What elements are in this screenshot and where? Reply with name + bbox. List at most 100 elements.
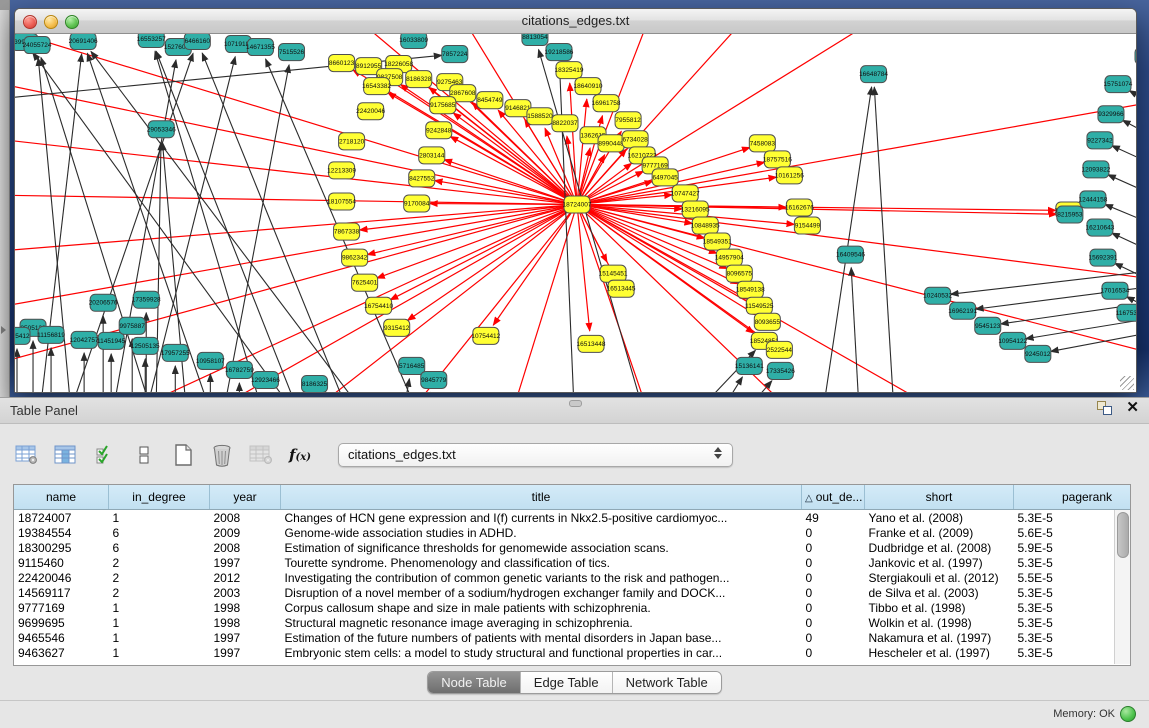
network-node[interactable]: 9245012: [1025, 345, 1051, 362]
network-node[interactable]: 8096575: [726, 265, 752, 282]
select-rows-button[interactable]: [92, 442, 118, 468]
network-node[interactable]: 1117314: [1135, 48, 1136, 65]
network-node[interactable]: 16513448: [577, 335, 606, 352]
table-row[interactable]: 977716911998Corpus callosum shape and si…: [14, 600, 1131, 615]
close-panel-icon[interactable]: ✕: [1126, 401, 1139, 415]
table-row[interactable]: 1830029562008Estimation of significance …: [14, 540, 1131, 555]
network-node[interactable]: 8990448: [598, 135, 624, 152]
network-edge[interactable]: [570, 83, 577, 204]
column-header-name[interactable]: name: [14, 485, 109, 510]
network-node[interactable]: 29053346: [147, 121, 176, 138]
network-node[interactable]: 12505135: [131, 337, 160, 354]
network-node[interactable]: 8427552: [409, 170, 435, 187]
network-node[interactable]: 19218586: [545, 44, 574, 61]
table-selector-combobox[interactable]: citations_edges.txt: [338, 443, 733, 467]
network-node[interactable]: 17016534: [1101, 282, 1130, 299]
network-node[interactable]: 11549525: [745, 297, 774, 314]
network-node[interactable]: 8822037: [552, 115, 578, 132]
network-node[interactable]: 7955812: [615, 112, 641, 129]
table-row[interactable]: 2242004622012Investigating the contribut…: [14, 570, 1131, 585]
network-node[interactable]: 15145451: [599, 265, 628, 282]
network-node[interactable]: 9227342: [1087, 132, 1113, 149]
network-node[interactable]: 10754412: [471, 327, 500, 344]
network-node[interactable]: 16961758: [592, 95, 621, 112]
tab-network-table[interactable]: Network Table: [612, 672, 721, 693]
network-node[interactable]: 16962191: [948, 302, 977, 319]
memory-status-indicator[interactable]: [1120, 706, 1136, 722]
network-node[interactable]: 10240532: [923, 287, 952, 304]
function-builder-button[interactable]: f(x): [287, 442, 313, 468]
network-node[interactable]: 6497045: [652, 169, 678, 186]
network-node[interactable]: 17335426: [766, 362, 795, 379]
select-columns-button[interactable]: [53, 442, 79, 468]
network-node[interactable]: 8813054: [522, 34, 548, 46]
tab-edge-table[interactable]: Edge Table: [520, 672, 612, 693]
network-node[interactable]: 12213309: [327, 162, 356, 179]
network-node[interactable]: 8093655: [754, 313, 780, 330]
network-node[interactable]: 16162676: [785, 199, 814, 216]
network-node[interactable]: 18549351: [703, 233, 732, 250]
network-node[interactable]: 7625401: [352, 274, 378, 291]
network-node[interactable]: 24055724: [23, 37, 52, 54]
network-node[interactable]: 11675314: [1116, 304, 1136, 321]
network-edge[interactable]: [1129, 91, 1136, 130]
network-node[interactable]: 16513445: [607, 280, 636, 297]
tab-node-table[interactable]: Node Table: [428, 672, 520, 693]
network-edge[interactable]: [706, 377, 742, 392]
network-node[interactable]: 16033809: [399, 34, 428, 49]
network-node[interactable]: 12923466: [251, 371, 280, 388]
table-row[interactable]: 1456911722003Disruption of a novel membe…: [14, 585, 1131, 600]
network-node[interactable]: 17957255: [161, 344, 190, 361]
network-node[interactable]: 9845779: [421, 371, 447, 388]
delete-table-button[interactable]: [248, 442, 274, 468]
network-node[interactable]: 2718120: [339, 133, 365, 150]
network-node[interactable]: 15136141: [735, 357, 764, 374]
network-node[interactable]: 11451945: [97, 332, 126, 349]
network-node[interactable]: 12093822: [1081, 161, 1110, 178]
network-edge[interactable]: [493, 204, 577, 325]
resize-grip[interactable]: [1120, 376, 1134, 390]
network-edge[interactable]: [396, 379, 410, 392]
network-node[interactable]: 17359928: [132, 291, 161, 308]
network-node[interactable]: 7458083: [749, 135, 775, 152]
network-node[interactable]: 16210643: [1085, 219, 1114, 236]
network-edge[interactable]: [560, 65, 576, 392]
column-header-out_de[interactable]: △out_de...: [802, 485, 865, 510]
network-node[interactable]: 13216095: [681, 201, 710, 218]
network-node[interactable]: 15751074: [1104, 76, 1133, 93]
network-node[interactable]: 18107554: [327, 193, 356, 210]
network-edge[interactable]: [390, 204, 577, 299]
column-header-in_degree[interactable]: in_degree: [109, 485, 210, 510]
network-edge[interactable]: [444, 160, 577, 205]
network-node[interactable]: 9154499: [794, 217, 820, 234]
network-node[interactable]: 9545123: [975, 317, 1001, 334]
network-node[interactable]: 18757516: [763, 151, 792, 168]
network-node[interactable]: 18724007: [563, 196, 592, 213]
network-node[interactable]: 3915412: [15, 327, 30, 344]
table-row[interactable]: 946554611997Estimation of the future num…: [14, 630, 1131, 645]
network-node[interactable]: 9329966: [1098, 106, 1124, 123]
network-node[interactable]: 9315412: [384, 319, 410, 336]
network-node[interactable]: 6466160: [184, 34, 210, 50]
table-row[interactable]: 1938455462009Genome-wide association stu…: [14, 525, 1131, 540]
network-node[interactable]: 8186328: [406, 71, 432, 88]
table-row[interactable]: 946362711997Embryonic stem cells: a mode…: [14, 645, 1131, 660]
network-node[interactable]: 22420046: [356, 103, 385, 120]
column-header-pagerank[interactable]: pagerank: [1014, 485, 1132, 510]
column-header-title[interactable]: title: [281, 485, 802, 510]
network-node[interactable]: 9242848: [426, 122, 452, 139]
panel-collapse-arrow-icon[interactable]: [1, 326, 6, 334]
network-node[interactable]: 7515526: [278, 44, 304, 61]
column-layout-button[interactable]: [131, 442, 157, 468]
network-node[interactable]: 18325419: [555, 62, 584, 79]
network-node[interactable]: 9975887: [119, 317, 145, 334]
network-node[interactable]: 16782759: [225, 361, 254, 378]
float-panel-icon[interactable]: [1097, 401, 1112, 415]
network-node[interactable]: 14957904: [715, 249, 744, 266]
table-settings-button[interactable]: [14, 442, 40, 468]
scrollbar-thumb[interactable]: [1117, 512, 1129, 558]
network-node[interactable]: 9862342: [342, 249, 368, 266]
network-node[interactable]: 8186325: [302, 375, 328, 392]
splitter-handle[interactable]: [569, 400, 582, 407]
network-node[interactable]: 10747427: [671, 185, 700, 202]
